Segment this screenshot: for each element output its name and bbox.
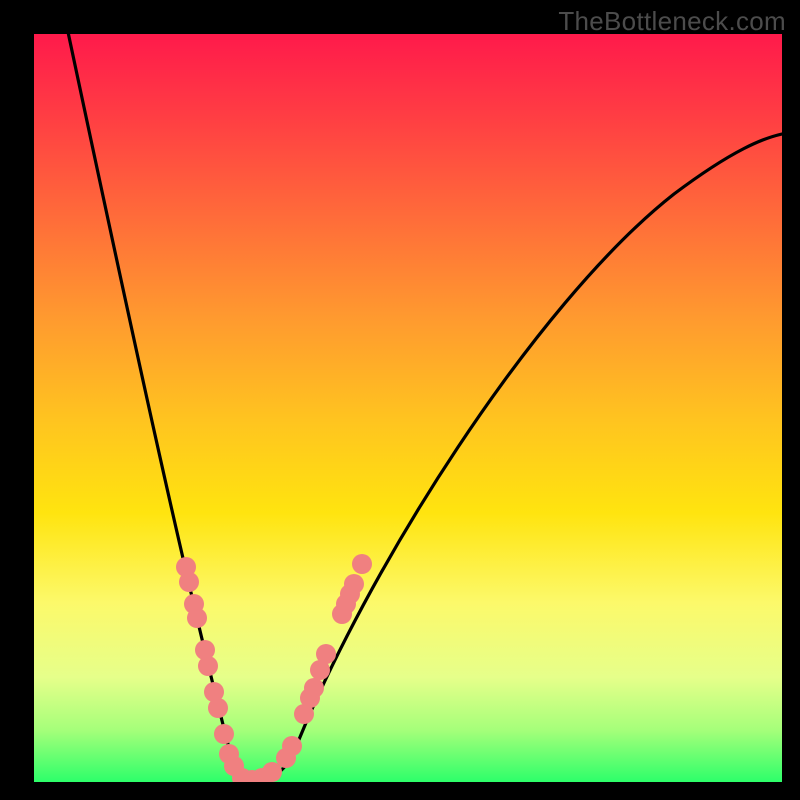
highlight-dot — [179, 572, 199, 592]
highlight-dot — [316, 644, 336, 664]
highlight-dot — [214, 724, 234, 744]
highlight-dot — [198, 656, 218, 676]
chart-frame: TheBottleneck.com — [0, 0, 800, 800]
watermark-text: TheBottleneck.com — [558, 6, 786, 37]
plot-area — [34, 34, 782, 782]
highlight-dot — [187, 608, 207, 628]
highlight-dot — [208, 698, 228, 718]
highlight-dot — [304, 678, 324, 698]
highlight-dot — [282, 736, 302, 756]
highlight-dot — [352, 554, 372, 574]
highlight-dots-group — [176, 554, 372, 782]
bottleneck-curve — [68, 34, 782, 778]
chart-svg — [34, 34, 782, 782]
highlight-dot — [344, 574, 364, 594]
